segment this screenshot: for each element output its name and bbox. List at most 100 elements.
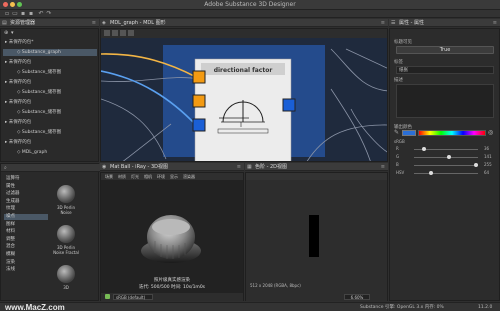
- open-file-icon[interactable]: ▭: [12, 11, 18, 17]
- mat-ball-render: [141, 215, 201, 263]
- color-picker-icon[interactable]: ◎: [488, 129, 496, 137]
- package-menu-icon[interactable]: ▾: [11, 30, 14, 36]
- tree-package-item[interactable]: ▸ 未保存的包: [3, 139, 97, 146]
- tree-item-label: Substance_graph: [21, 50, 61, 55]
- library-category-item[interactable]: 运算符: [4, 176, 48, 182]
- slider-handle[interactable]: [474, 163, 478, 167]
- tree-package-item[interactable]: ▸ 未保存的包: [3, 59, 97, 66]
- slider-handle[interactable]: [422, 147, 427, 151]
- properties-icon: ☰: [391, 20, 396, 26]
- zoom-field[interactable]: 6.60%: [344, 294, 370, 300]
- graph-editor[interactable]: directional factor: [100, 28, 388, 162]
- label-field-label: 标签: [394, 60, 403, 65]
- library-category-label: 渲染: [6, 259, 15, 265]
- description-label: 描述: [394, 78, 403, 83]
- slider-handle[interactable]: [447, 155, 452, 159]
- input-port-orange-2[interactable]: [192, 94, 206, 108]
- 2d-view-icon: ▦: [247, 164, 252, 170]
- color-channel-label: R: [396, 146, 399, 151]
- tree-package-item[interactable]: ▸ 未保存的包: [3, 99, 97, 106]
- save-all-icon[interactable]: ▪: [28, 11, 34, 17]
- color-channel-slider[interactable]: [414, 147, 478, 151]
- graph-canvas[interactable]: directional factor: [101, 29, 388, 162]
- directional-factor-node[interactable]: directional factor: [194, 58, 292, 162]
- input-port-orange-1[interactable]: [192, 70, 206, 84]
- menu-item-3d[interactable]: 环境: [157, 173, 165, 180]
- library-category-label: 生成器: [6, 198, 20, 204]
- 3d-viewport[interactable]: 场景 材质 灯光 相机 环境 显示 渲染器 照片级真实感渲染 迭代: 500/5…: [100, 172, 244, 301]
- tree-package-item[interactable]: ▸ 未保存的包: [3, 79, 97, 86]
- menu-item-3d[interactable]: 渲染器: [183, 173, 195, 180]
- library-category-item[interactable]: 过滤器: [4, 191, 48, 197]
- tree-graph-item[interactable]: ◇ Substance_储存图: [3, 69, 97, 76]
- library-category-item[interactable]: 纹理: [4, 206, 48, 212]
- graph-icon: ◈: [102, 20, 106, 26]
- tree-graph-item[interactable]: ◇ Substance_graph: [3, 49, 97, 56]
- node-title: directional factor: [214, 67, 273, 74]
- input-port-blue[interactable]: [192, 118, 206, 132]
- menu-item-3d[interactable]: 相机: [144, 173, 152, 180]
- library-category-item[interactable]: 模糊: [4, 252, 48, 258]
- library-category-item[interactable]: 生成器: [4, 199, 48, 205]
- panel-menu-icon[interactable]: ≡: [493, 19, 497, 27]
- color-channel-label: G: [396, 154, 400, 159]
- render-status-line1: 照片级真实感渲染: [154, 278, 190, 283]
- eyedropper-icon[interactable]: ✎: [394, 130, 400, 136]
- undo-icon[interactable]: ↶: [38, 11, 44, 17]
- color-channel-slider[interactable]: [414, 171, 478, 175]
- render-status-line2: 迭代: 500/500 时间: 10s/1m0s: [138, 285, 206, 290]
- new-file-icon[interactable]: ▫: [4, 11, 10, 17]
- library-category-item[interactable]: 图样: [4, 222, 48, 228]
- library-node-thumbnail[interactable]: [57, 185, 75, 203]
- redo-icon[interactable]: ↷: [46, 11, 52, 17]
- library-category-item[interactable]: 材料: [4, 229, 48, 235]
- slider-handle[interactable]: [429, 171, 434, 175]
- 3d-view-icon: ◉: [102, 164, 107, 170]
- label-input[interactable]: 纸张: [396, 66, 494, 74]
- color-channel-value[interactable]: 141: [484, 154, 492, 159]
- 3d-view-title: Mat Ball - iRay - 3D视图: [110, 164, 168, 170]
- tree-package-item[interactable]: ▸ 未保存的包: [3, 119, 97, 126]
- 2d-view-toolbar: [246, 173, 387, 180]
- description-textarea[interactable]: [396, 84, 494, 118]
- save-icon[interactable]: ▪: [20, 11, 26, 17]
- library-category-item[interactable]: 属性: [4, 184, 48, 190]
- tree-graph-item[interactable]: ◇ Substance_储存图: [3, 89, 97, 96]
- library-category-item[interactable]: 混合: [4, 244, 48, 250]
- menu-item-3d[interactable]: 灯光: [131, 173, 139, 180]
- library-category-item[interactable]: 噪点: [4, 214, 48, 220]
- library-category-item[interactable]: 调整: [4, 237, 48, 243]
- colorspace-select[interactable]: sRGB (default): [113, 294, 153, 300]
- panel-menu-icon[interactable]: ≡: [381, 19, 385, 27]
- library-node-thumbnail[interactable]: [57, 265, 75, 283]
- hue-bar[interactable]: [418, 130, 486, 136]
- library-node-thumbnail[interactable]: [57, 225, 75, 243]
- color-channel-slider[interactable]: [414, 155, 478, 159]
- new-package-icon[interactable]: ⊕: [4, 30, 8, 36]
- tree-graph-item[interactable]: ◇ MDL_graph: [3, 149, 97, 156]
- tree-graph-item[interactable]: ◇ Substance_储存图: [3, 129, 97, 136]
- color-channel-value[interactable]: 255: [484, 162, 492, 167]
- 2d-viewport[interactable]: 512 x 2048 (RGBA, 8bpc) 6.60%: [245, 172, 388, 301]
- menu-item-3d[interactable]: 场景: [105, 173, 113, 180]
- menu-item-3d[interactable]: 显示: [170, 173, 178, 180]
- color-channel-slider[interactable]: [414, 163, 478, 167]
- search-icon[interactable]: ⌕: [4, 164, 7, 172]
- output-port-blue[interactable]: [282, 98, 296, 112]
- color-channel-value[interactable]: 64: [484, 170, 489, 175]
- panel-menu-icon[interactable]: ≡: [92, 19, 96, 27]
- panel-menu-icon[interactable]: ≡: [237, 163, 241, 171]
- title-bar: Adobe Substance 3D Designer: [0, 0, 500, 10]
- tree-graph-item[interactable]: ◇ Substance_储存图: [3, 109, 97, 116]
- tree-package-item[interactable]: ▸ 未保存的包*: [3, 39, 97, 46]
- color-swatch[interactable]: [402, 130, 416, 136]
- color-channel-value[interactable]: 36: [484, 146, 489, 151]
- library-category-item[interactable]: 渲染: [4, 260, 48, 266]
- panel-menu-icon[interactable]: ≡: [381, 163, 385, 171]
- library-category-item[interactable]: 法线: [4, 267, 48, 273]
- menu-item-3d[interactable]: 材质: [118, 173, 126, 180]
- tree-item-label: Substance_储存图: [21, 70, 62, 75]
- true-toggle-button[interactable]: True: [396, 46, 494, 54]
- status-bar: www.MacZ.com Substance 引擎: OpenGL 3.x 内存…: [0, 302, 500, 311]
- library-node-label: 3D Perlin Noise: [56, 205, 76, 215]
